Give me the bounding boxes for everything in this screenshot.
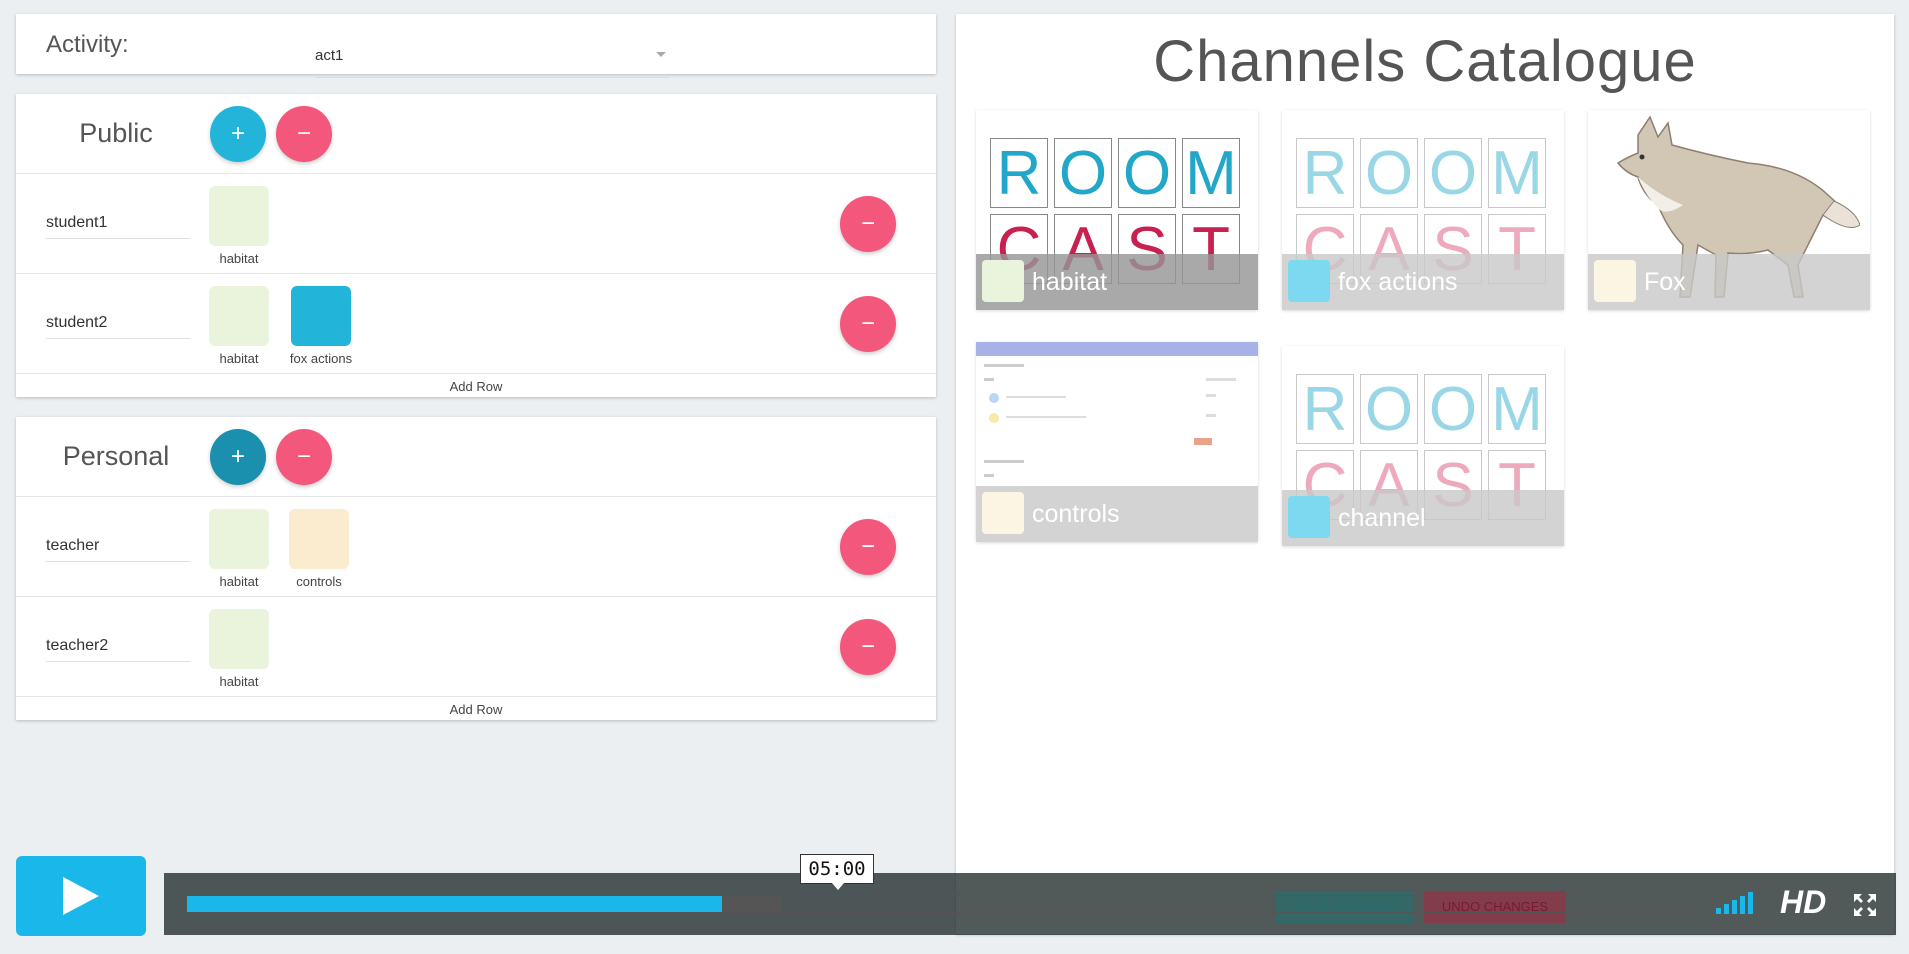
public-panel-title: Public (79, 118, 153, 148)
chip-swatch (209, 186, 269, 246)
tile-name: channel (1338, 504, 1426, 532)
tile-name: habitat (1032, 268, 1108, 296)
tile-caption: controls (976, 486, 1258, 542)
tile-swatch (1288, 496, 1330, 538)
chip-swatch (209, 286, 269, 346)
channel-tile-controls[interactable]: controls (976, 342, 1258, 542)
personal-remove-button[interactable]: − (276, 429, 332, 485)
minus-icon: − (296, 120, 311, 147)
tile-caption: habitat (976, 254, 1258, 310)
channel-tile-fox[interactable]: Fox (1588, 110, 1870, 310)
play-button[interactable] (16, 856, 146, 936)
chip-label: fox actions (289, 351, 353, 366)
chip-swatch (291, 286, 351, 346)
channel-tile-fox-actions[interactable]: R O O M C A S T fox actions (1282, 110, 1564, 310)
video-controls-bar: SAVE CHANGES UNDO CHANGES (164, 873, 1896, 935)
channel-chip[interactable]: habitat (199, 509, 279, 589)
row-remove-button[interactable]: − (840, 196, 896, 252)
play-icon (63, 877, 99, 915)
row-remove-button[interactable]: − (840, 519, 896, 575)
chip-label: habitat (219, 674, 259, 689)
chip-swatch (209, 509, 269, 569)
tile-name: controls (1032, 500, 1120, 528)
public-add-button[interactable]: + (210, 106, 266, 162)
table-row: student1 habitat − (16, 174, 936, 274)
tile-caption: fox actions (1282, 254, 1564, 310)
channel-chip[interactable]: habitat (199, 186, 279, 266)
channel-chip[interactable]: habitat (199, 609, 279, 689)
tile-swatch (982, 492, 1024, 534)
fullscreen-icon[interactable] (1852, 892, 1878, 918)
chip-swatch (209, 609, 269, 669)
tile-caption: channel (1282, 490, 1564, 546)
progress-played (187, 896, 722, 912)
channels-catalogue: Channels Catalogue R O O M C A S T habit… (956, 14, 1894, 934)
add-row-button[interactable]: Add Row (16, 700, 936, 720)
row-name-field[interactable]: student2 (46, 314, 190, 339)
row-remove-button[interactable]: − (840, 619, 896, 675)
tile-name: Fox (1644, 268, 1686, 296)
chip-swatch (289, 509, 349, 569)
minus-icon: − (860, 633, 875, 660)
hd-toggle[interactable]: HD (1780, 884, 1826, 921)
tile-swatch (1288, 260, 1330, 302)
channel-chip[interactable]: fox actions (281, 286, 361, 366)
tile-caption: Fox (1588, 254, 1870, 310)
catalogue-title: Channels Catalogue (1153, 29, 1697, 94)
public-panel-header: Public + − (16, 94, 936, 174)
channel-chip[interactable]: controls (279, 509, 359, 589)
row-name-field[interactable]: teacher (46, 537, 190, 562)
table-row: teacher2 habitat − (16, 597, 936, 697)
activity-card: Activity: act1 (16, 14, 936, 78)
minus-icon: − (860, 210, 875, 237)
personal-add-button[interactable]: + (210, 429, 266, 485)
minus-icon: − (860, 310, 875, 337)
tile-swatch (1594, 260, 1636, 302)
public-remove-button[interactable]: − (276, 106, 332, 162)
caret-down-icon (656, 52, 666, 57)
tile-name: fox actions (1338, 268, 1458, 296)
channel-tile-habitat[interactable]: R O O M C A S T habitat (976, 110, 1258, 310)
chip-label: habitat (219, 251, 259, 266)
personal-panel: Personal + − teacher habitat controls − … (16, 417, 936, 720)
channel-chip[interactable]: habitat (199, 286, 279, 366)
volume-icon[interactable] (1716, 890, 1766, 914)
minus-icon: − (296, 443, 311, 470)
table-row: student2 habitat fox actions − (16, 274, 936, 374)
tile-swatch (982, 260, 1024, 302)
personal-panel-title: Personal (62, 441, 170, 471)
chip-label: controls (296, 574, 342, 589)
row-name-field[interactable]: teacher2 (46, 637, 190, 662)
minus-icon: − (860, 533, 875, 560)
activity-select[interactable]: act1 (315, 40, 670, 78)
table-row: teacher habitat controls − (16, 497, 936, 597)
personal-panel-header: Personal + − (16, 417, 936, 497)
row-name-field[interactable]: student1 (46, 214, 190, 239)
activity-select-value: act1 (315, 47, 344, 64)
video-progress-bar[interactable] (186, 895, 1694, 913)
add-row-button[interactable]: Add Row (16, 377, 936, 397)
channel-tile-channel[interactable]: R O O M C A S T channel (1282, 346, 1564, 546)
chip-label: habitat (219, 574, 259, 589)
public-panel: Public + − student1 habitat − student2 h… (16, 94, 936, 397)
time-tooltip: 05:00 (800, 854, 874, 890)
plus-icon: + (230, 443, 245, 470)
chip-label: habitat (219, 351, 259, 366)
plus-icon: + (230, 120, 245, 147)
activity-label: Activity: (46, 31, 129, 58)
row-remove-button[interactable]: − (840, 296, 896, 352)
